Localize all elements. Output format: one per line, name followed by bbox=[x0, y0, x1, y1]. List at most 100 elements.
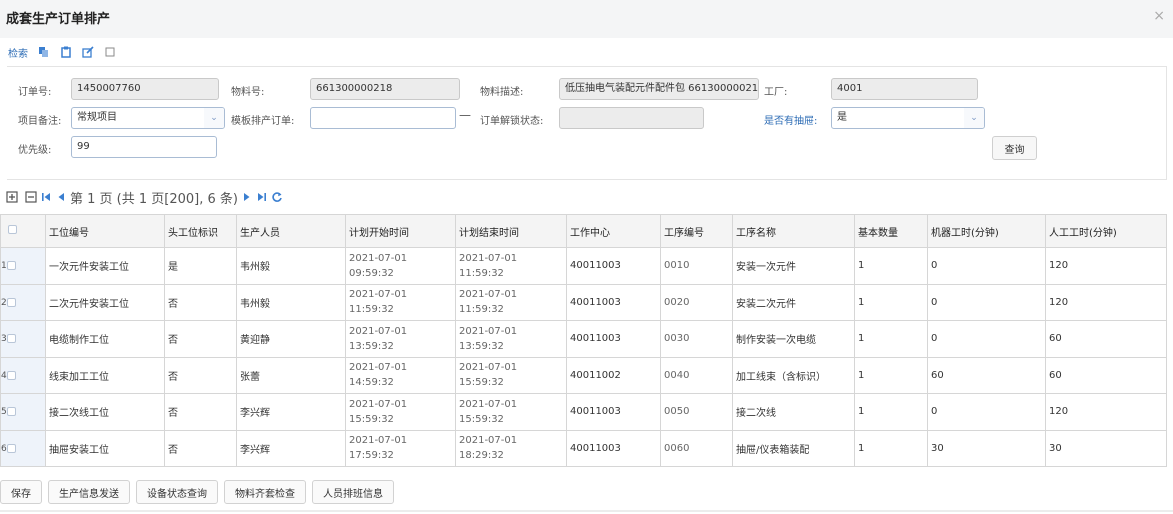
row-checkbox[interactable] bbox=[7, 407, 16, 416]
staff-schedule-button[interactable]: 人员排班信息 bbox=[312, 480, 394, 504]
row-checkbox[interactable] bbox=[7, 261, 16, 270]
row-select-cell[interactable]: 2 bbox=[0, 283, 46, 321]
chevron-down-icon[interactable]: ⌄ bbox=[204, 108, 224, 128]
cell-machine: 30 bbox=[927, 429, 1046, 467]
cell-machine: 60 bbox=[927, 356, 1046, 394]
table-row[interactable]: 6 抽屉安装工位 否 李兴辉 2021-07-01 17:59:32 2021-0… bbox=[0, 429, 1167, 467]
order-no-field[interactable]: 1450007760 bbox=[71, 78, 219, 100]
prev-page-icon[interactable] bbox=[55, 191, 67, 203]
row-select-cell[interactable]: 1 bbox=[0, 247, 46, 285]
query-button[interactable]: 查询 bbox=[992, 136, 1037, 160]
refresh-icon[interactable] bbox=[271, 191, 283, 203]
row-number: 3 bbox=[1, 334, 7, 344]
equipment-status-button[interactable]: 设备状态查询 bbox=[136, 480, 218, 504]
expand-icon[interactable] bbox=[6, 191, 18, 203]
window-title: 成套生产订单排产 bbox=[6, 12, 111, 27]
cell-op-no: 0030 bbox=[660, 320, 733, 358]
row-select-cell[interactable]: 5 bbox=[0, 393, 46, 431]
toolbar: 检索 bbox=[8, 44, 116, 60]
project-note-select[interactable]: 常规项目 ⌄ bbox=[71, 107, 225, 129]
start-date: 2021-07-01 bbox=[349, 435, 408, 447]
has-drawer-select[interactable]: 是 ⌄ bbox=[831, 107, 985, 129]
material-kit-check-button[interactable]: 物料齐套检查 bbox=[224, 480, 306, 504]
cell-head: 否 bbox=[164, 393, 237, 431]
cell-head: 是 bbox=[164, 247, 237, 285]
column-header[interactable]: 基本数量 bbox=[854, 214, 928, 248]
cell-station: 一次元件安装工位 bbox=[45, 247, 165, 285]
column-header[interactable]: 人工工时(分钟) bbox=[1045, 214, 1167, 248]
unlock-status-label: 订单解锁状态: bbox=[480, 116, 544, 127]
row-select-cell[interactable]: 4 bbox=[0, 356, 46, 394]
table-row[interactable]: 3 电缆制作工位 否 黄迎静 2021-07-01 13:59:32 2021-0… bbox=[0, 320, 1167, 358]
cell-op-no: 0010 bbox=[660, 247, 733, 285]
start-clock: 13:59:32 bbox=[349, 340, 394, 352]
column-header[interactable]: 工序名称 bbox=[732, 214, 855, 248]
collapse-icon[interactable] bbox=[25, 191, 37, 203]
save-button[interactable]: 保存 bbox=[0, 480, 42, 504]
column-header[interactable]: 生产人员 bbox=[236, 214, 346, 248]
row-checkbox[interactable] bbox=[7, 297, 16, 307]
send-production-info-button[interactable]: 生产信息发送 bbox=[48, 480, 130, 504]
action-bar: 保存 生产信息发送 设备状态查询 物料齐套检查 人员排班信息 bbox=[0, 478, 394, 506]
column-header[interactable]: 计划结束时间 bbox=[455, 214, 567, 248]
cell-op-name: 安装二次元件 bbox=[732, 283, 855, 321]
column-header[interactable]: 头工位标识 bbox=[164, 214, 237, 248]
schedule-order-input[interactable] bbox=[310, 107, 456, 129]
next-page-icon[interactable] bbox=[241, 191, 253, 203]
table-row[interactable]: 1 一次元件安装工位 是 韦州毅 2021-07-01 09:59:32 2021… bbox=[0, 247, 1167, 285]
cell-op-no: 0040 bbox=[660, 356, 733, 394]
unlock-status-field[interactable] bbox=[559, 107, 704, 129]
row-checkbox[interactable] bbox=[7, 334, 16, 343]
cell-start-time: 2021-07-01 15:59:32 bbox=[345, 393, 456, 431]
search-toggle-link[interactable]: 检索 bbox=[8, 45, 28, 60]
cell-machine: 0 bbox=[927, 320, 1046, 358]
copy-icon[interactable] bbox=[38, 46, 50, 58]
column-header[interactable]: 工序编号 bbox=[660, 214, 733, 248]
column-header[interactable]: 机器工时(分钟) bbox=[927, 214, 1046, 248]
table-row[interactable]: 2 二次元件安装工位 否 韦州毅 2021-07-01 11:59:32 2021… bbox=[0, 283, 1167, 321]
material-no-label: 物料号: bbox=[231, 87, 265, 98]
end-clock: 18:29:32 bbox=[459, 450, 504, 462]
row-checkbox[interactable] bbox=[7, 370, 16, 380]
select-all-cell[interactable] bbox=[0, 214, 46, 248]
material-no-field[interactable]: 661300000218 bbox=[310, 78, 460, 100]
cell-labor: 30 bbox=[1045, 429, 1167, 467]
cell-qty: 1 bbox=[854, 393, 928, 431]
factory-field[interactable]: 4001 bbox=[831, 78, 978, 100]
last-page-icon[interactable] bbox=[256, 191, 268, 203]
end-date: 2021-07-01 bbox=[459, 398, 518, 410]
start-clock: 17:59:32 bbox=[349, 450, 394, 462]
row-select-cell[interactable]: 6 bbox=[0, 429, 46, 467]
edit-icon[interactable] bbox=[82, 46, 94, 58]
has-drawer-value: 是 bbox=[837, 112, 847, 123]
cell-station: 抽屉安装工位 bbox=[45, 429, 165, 467]
table-row[interactable]: 4 线束加工工位 否 张蕾 2021-07-01 14:59:32 2021-07… bbox=[0, 356, 1167, 394]
select-all-checkbox[interactable] bbox=[8, 225, 17, 234]
column-header[interactable]: 工作中心 bbox=[566, 214, 661, 248]
title-bar: 成套生产订单排产 × bbox=[0, 0, 1173, 38]
row-select-cell[interactable]: 3 bbox=[0, 320, 46, 358]
row-number: 4 bbox=[1, 370, 7, 381]
cell-start-time: 2021-07-01 14:59:32 bbox=[345, 356, 456, 394]
cell-center: 40011002 bbox=[566, 356, 661, 394]
checkbox-icon[interactable] bbox=[104, 46, 116, 58]
material-desc-field[interactable]: 低压抽电气装配元件配件包 661300000218 bbox=[559, 78, 759, 100]
cell-person: 韦州毅 bbox=[236, 283, 346, 321]
table-row[interactable]: 5 接二次线工位 否 李兴辉 2021-07-01 15:59:32 2021-0… bbox=[0, 393, 1167, 431]
paste-icon[interactable] bbox=[60, 46, 72, 58]
column-header[interactable]: 计划开始时间 bbox=[345, 214, 456, 248]
chevron-down-icon[interactable]: ⌄ bbox=[964, 108, 984, 128]
end-clock: 13:59:32 bbox=[459, 340, 504, 352]
has-drawer-label[interactable]: 是否有抽屉: bbox=[764, 112, 817, 127]
cell-op-name: 抽屉/仪表箱装配 bbox=[732, 429, 855, 467]
first-page-icon[interactable] bbox=[40, 191, 52, 203]
cell-start-time: 2021-07-01 09:59:32 bbox=[345, 247, 456, 285]
row-checkbox[interactable] bbox=[7, 443, 16, 453]
cell-person: 李兴辉 bbox=[236, 393, 346, 431]
start-date: 2021-07-01 bbox=[349, 252, 408, 264]
end-date: 2021-07-01 bbox=[459, 325, 518, 337]
close-icon[interactable]: × bbox=[1153, 8, 1165, 24]
cell-station: 接二次线工位 bbox=[45, 393, 165, 431]
priority-input[interactable]: 99 bbox=[71, 136, 217, 158]
column-header[interactable]: 工位编号 bbox=[45, 214, 165, 248]
